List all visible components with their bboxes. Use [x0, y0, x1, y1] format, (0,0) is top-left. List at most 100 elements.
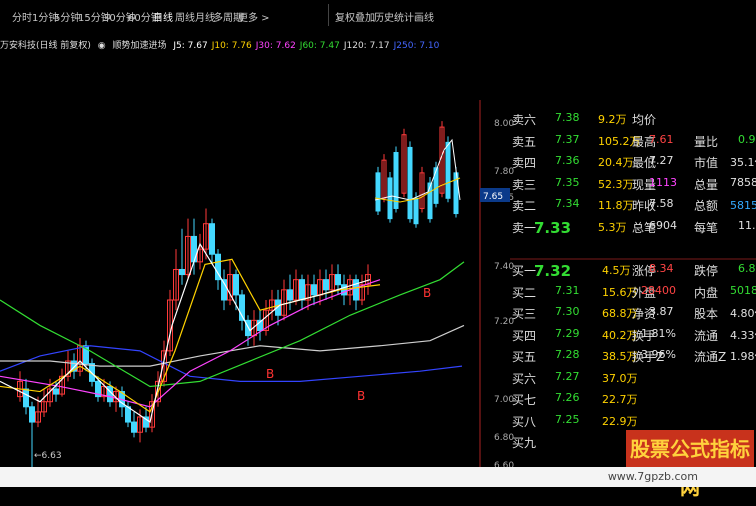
ask-price: 7.33 [534, 218, 572, 237]
bid-price: 7.30 [555, 305, 580, 318]
stat-label: 流通Z [694, 350, 727, 364]
ma120-line [0, 324, 465, 367]
stat-value: 5815万 [730, 199, 756, 212]
stat-value: 4.80亿 [730, 307, 756, 320]
inset-candle-body [427, 182, 433, 220]
bid-price: 7.26 [555, 391, 580, 404]
inset-candle-body [433, 167, 439, 204]
bid-volume: 4.5万 [602, 264, 631, 277]
bid-label: 买八 [512, 414, 537, 429]
bid-label: 买六 [512, 371, 537, 386]
ask-price: 7.38 [555, 111, 580, 124]
stat-value: 28400 [641, 283, 676, 297]
watermark-url-bar: www.7gpzb.com [0, 467, 756, 487]
buy-signal-marker: B [357, 389, 365, 403]
candle-body [209, 223, 215, 255]
stat-value: 1113 [649, 175, 677, 189]
stat-label: 总额 [694, 199, 719, 213]
inset-candle-body [407, 146, 413, 220]
ask-label: 卖六 [512, 113, 537, 127]
ask-price: 7.36 [555, 154, 580, 167]
stat-value: 1.81% [641, 326, 676, 340]
current-price-tag: 7.65 [483, 192, 503, 202]
bid-label: 买一 [512, 264, 537, 278]
candle-body [53, 388, 59, 395]
stat-value: 7.27 [649, 154, 674, 167]
inset-candle-body [393, 152, 399, 209]
stat-value: 6.82 [738, 262, 756, 275]
stat-value: 3.96% [641, 348, 676, 361]
bid-label: 买七 [512, 393, 537, 407]
ask-volume: 11.8万 [598, 199, 634, 212]
ask-label: 卖三 [512, 177, 537, 192]
bid-price: 7.31 [555, 283, 580, 297]
bid-label: 买五 [512, 350, 537, 364]
inset-candle-body [445, 141, 451, 199]
candle-body [131, 421, 137, 433]
inset-candle-body [375, 172, 381, 212]
stat-label: 股本 [694, 307, 719, 321]
bid-label: 买三 [512, 307, 537, 321]
bid-price: 7.27 [555, 369, 580, 383]
ask-price: 7.35 [555, 175, 580, 189]
ask-price: 7.34 [555, 197, 580, 210]
bid-label: 买四 [512, 328, 537, 343]
candle-body [179, 268, 185, 276]
candle-body [323, 279, 329, 291]
candle-body [23, 388, 29, 408]
ask-volume: 9.2万 [598, 113, 627, 126]
stat-value: 11.4 [738, 218, 756, 232]
stat-label: 流通 [694, 328, 719, 343]
candle-body [125, 406, 131, 423]
stat-value: 6904 [649, 218, 677, 232]
ask-volume: 52.3万 [598, 177, 634, 191]
watermark-url: www.7gpzb.com [607, 470, 698, 483]
low-price-label: ←6.63 [34, 451, 62, 461]
stat-label: 跌停 [694, 264, 719, 278]
bid-price: 7.28 [555, 348, 580, 361]
ask-label: 卖四 [512, 156, 537, 170]
stat-label: 每笔 [694, 220, 719, 235]
ask-label: 卖二 [512, 199, 537, 213]
ask-volume: 20.4万 [598, 156, 634, 169]
candle-body [353, 279, 359, 301]
stat-value: 3.87 [649, 305, 674, 318]
stat-label: 市值 [694, 156, 719, 170]
stat-value: 0.94 [738, 132, 756, 146]
bid-price: 7.29 [555, 326, 580, 340]
stat-label: 均价 [632, 113, 657, 127]
stat-label: 内盘 [694, 285, 719, 300]
candle-body [335, 274, 341, 286]
kline-chart[interactable]: 8.007.807.657.407.207.006.806.607.65BBB←… [0, 0, 756, 487]
inset-candle-body [387, 177, 393, 220]
stat-value: 78582 [730, 175, 756, 189]
stat-value: 1.98亿 [730, 350, 756, 363]
bid-label: 买二 [512, 285, 537, 300]
ma30-line [0, 279, 381, 408]
bid-price: 7.32 [534, 262, 572, 280]
candle-body [287, 289, 293, 301]
ask-label: 卖一 [512, 220, 537, 235]
bid-volume: 22.9万 [602, 414, 638, 428]
stat-value: 7.61 [649, 132, 674, 146]
watermark-logo: 股票公式指标网 [626, 430, 754, 499]
stat-value: 7.58 [649, 197, 674, 210]
bid-label: 买九 [512, 436, 537, 450]
stat-value: 8.34 [649, 262, 674, 275]
stat-label: 总量 [694, 177, 719, 192]
bid-volume: 22.7万 [602, 393, 638, 406]
candle-body [299, 279, 305, 301]
ask-price: 7.37 [555, 132, 580, 146]
bid-volume: 37.0万 [602, 371, 638, 385]
inset-candle-body [413, 197, 419, 225]
buy-signal-marker: B [266, 367, 274, 381]
ask-volume: 5.3万 [598, 220, 627, 234]
stat-value: 4.33亿 [730, 328, 756, 342]
candle-body [311, 284, 317, 296]
stat-value: 35.1亿 [730, 156, 756, 169]
bid-price: 7.25 [555, 412, 580, 426]
buy-signal-marker: B [423, 286, 431, 300]
candle-body [29, 406, 35, 423]
candle-body [233, 274, 239, 296]
stat-label: 量比 [694, 134, 719, 149]
